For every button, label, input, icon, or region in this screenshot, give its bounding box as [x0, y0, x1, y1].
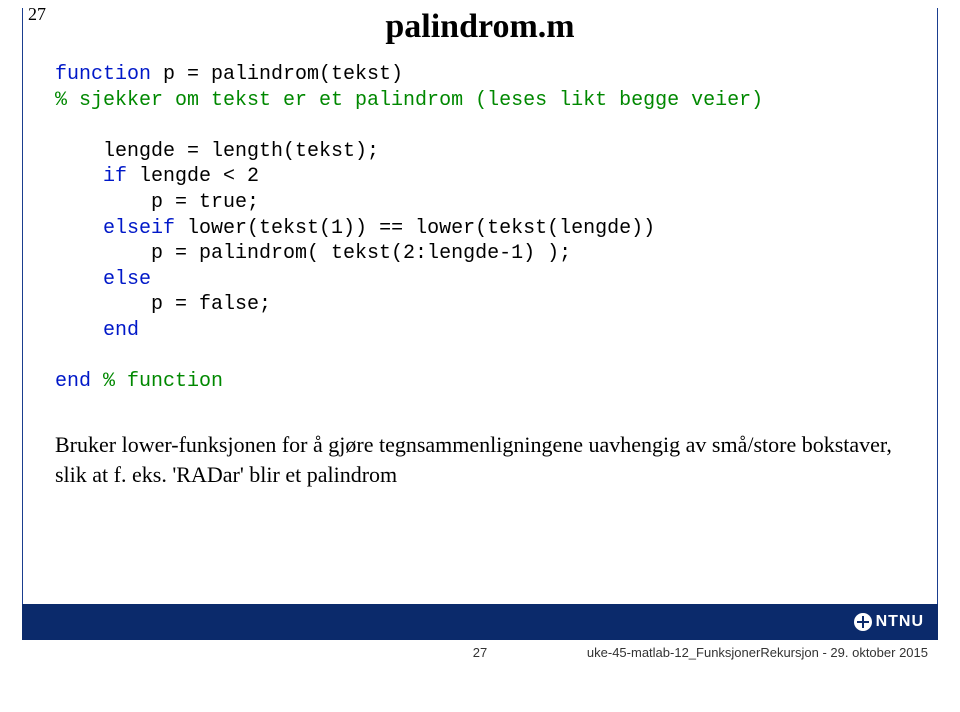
code-block: function p = palindrom(tekst) % sjekker …: [55, 62, 763, 395]
code-comment: % sjekker om tekst er et palindrom (lese…: [55, 89, 763, 112]
code-keyword: else: [103, 268, 151, 291]
footer-bar: [22, 604, 938, 640]
page-title: palindrom.m: [0, 8, 960, 46]
code-keyword: elseif: [103, 217, 175, 240]
code-text: [55, 217, 103, 240]
ntnu-logo: NTNU: [854, 610, 924, 634]
code-text: lengde < 2: [127, 165, 259, 188]
logo-icon: [854, 613, 872, 631]
code-text: p = false;: [55, 293, 271, 316]
code-text: p = true;: [55, 191, 259, 214]
code-keyword: function: [55, 63, 151, 86]
footer-subline: 27 uke-45-matlab-12_FunksjonerRekursjon …: [22, 640, 938, 664]
footer-page-number: 27: [22, 645, 938, 660]
logo-text: NTNU: [876, 613, 924, 631]
code-text: p = palindrom(tekst): [151, 63, 403, 86]
code-comment: % function: [91, 370, 223, 393]
code-keyword: end: [55, 370, 91, 393]
code-text: p = palindrom( tekst(2:lengde-1) );: [55, 242, 571, 265]
code-keyword: end: [103, 319, 139, 342]
code-text: lower(tekst(1)) == lower(tekst(lengde)): [175, 217, 655, 240]
caption-text: Bruker lower-funksjonen for å gjøre tegn…: [55, 430, 900, 489]
code-keyword: if: [103, 165, 127, 188]
code-text: lengde = length(tekst);: [55, 140, 379, 163]
code-text: [55, 319, 103, 342]
code-text: [55, 268, 103, 291]
code-text: [55, 165, 103, 188]
